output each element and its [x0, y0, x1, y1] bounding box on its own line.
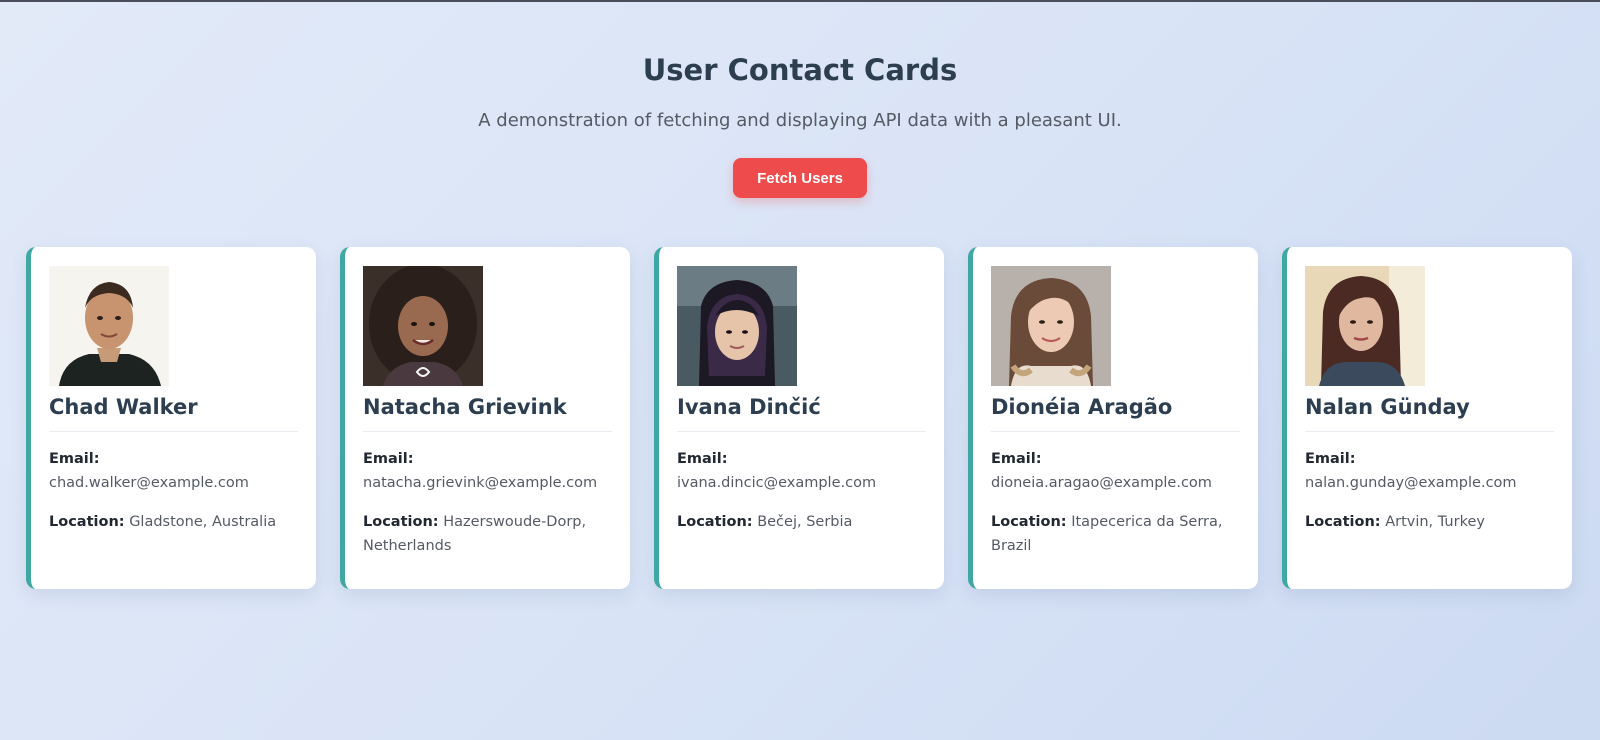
user-location: Location: Hazerswoude-Dorp, Netherlands [363, 510, 612, 558]
email-label: Email: [1305, 451, 1356, 467]
user-name: Natacha Grievink [363, 393, 612, 432]
user-avatar [1305, 266, 1425, 386]
location-value: Gladstone, Australia [129, 514, 277, 530]
email-label: Email: [363, 451, 414, 467]
user-name: Ivana Dinčić [677, 393, 926, 432]
user-card: Chad Walker Email: chad.walker@example.c… [26, 247, 316, 589]
page-title: User Contact Cards [642, 53, 958, 87]
location-label: Location: [363, 514, 439, 530]
user-location: Location: Bečej, Serbia [677, 510, 926, 534]
email-label: Email: [991, 451, 1042, 467]
location-label: Location: [991, 514, 1067, 530]
user-card: Dionéia Aragão Email: dioneia.aragao@exa… [968, 247, 1258, 589]
user-location: Location: Gladstone, Australia [49, 510, 298, 534]
email-value: dioneia.aragao@example.com [991, 475, 1212, 491]
email-label: Email: [677, 451, 728, 467]
location-label: Location: [49, 514, 125, 530]
user-email: Email: ivana.dincic@example.com [677, 447, 926, 495]
user-name: Chad Walker [49, 393, 298, 432]
email-value: natacha.grievink@example.com [363, 475, 598, 491]
email-value: ivana.dincic@example.com [677, 475, 877, 491]
user-name: Dionéia Aragão [991, 393, 1240, 432]
top-border [0, 0, 1600, 2]
user-name: Nalan Günday [1305, 393, 1554, 432]
user-email: Email: nalan.gunday@example.com [1305, 447, 1554, 495]
email-value: nalan.gunday@example.com [1305, 475, 1517, 491]
fetch-users-button[interactable]: Fetch Users [733, 158, 867, 198]
location-value: Artvin, Turkey [1385, 514, 1485, 530]
location-label: Location: [677, 514, 753, 530]
user-email: Email: natacha.grievink@example.com [363, 447, 612, 495]
user-avatar [363, 266, 483, 386]
avatar-photo-icon [991, 266, 1111, 386]
avatar-photo-icon [677, 266, 797, 386]
email-value: chad.walker@example.com [49, 475, 249, 491]
user-avatar [991, 266, 1111, 386]
user-location: Location: Artvin, Turkey [1305, 510, 1554, 534]
user-card: Nalan Günday Email: nalan.gunday@example… [1282, 247, 1572, 589]
location-label: Location: [1305, 514, 1381, 530]
user-email: Email: dioneia.aragao@example.com [991, 447, 1240, 495]
user-location: Location: Itapecerica da Serra, Brazil [991, 510, 1240, 558]
avatar-photo-icon [1305, 266, 1425, 386]
page-subtitle: A demonstration of fetching and displayi… [478, 110, 1122, 131]
avatar-photo-icon [49, 266, 169, 386]
user-avatar [677, 266, 797, 386]
avatar-photo-icon [363, 266, 483, 386]
user-card: Natacha Grievink Email: natacha.grievink… [340, 247, 630, 589]
user-cards-container: Chad Walker Email: chad.walker@example.c… [26, 247, 1574, 589]
user-avatar [49, 266, 169, 386]
email-label: Email: [49, 451, 100, 467]
user-email: Email: chad.walker@example.com [49, 447, 298, 495]
user-card: Ivana Dinčić Email: ivana.dincic@example… [654, 247, 944, 589]
location-value: Bečej, Serbia [757, 514, 853, 530]
